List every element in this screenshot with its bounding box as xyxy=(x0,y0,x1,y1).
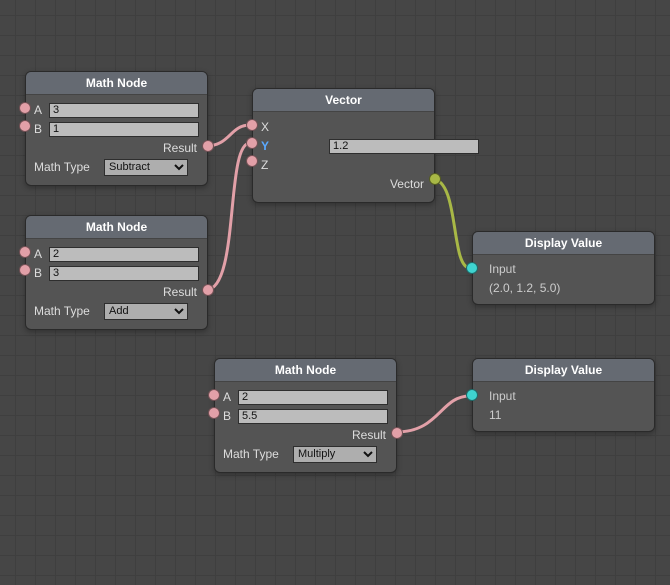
math-type-label: Math Type xyxy=(223,447,293,461)
input-label: Input xyxy=(485,389,516,403)
math-type-label: Math Type xyxy=(34,160,104,174)
label-b: B xyxy=(34,266,49,280)
label-b: B xyxy=(34,122,49,136)
math-node-1[interactable]: Math Node A B Result Math Type AddSubtra… xyxy=(25,71,208,186)
label-a: A xyxy=(34,103,49,117)
node-title[interactable]: Math Node xyxy=(26,72,207,95)
input-label: Input xyxy=(485,262,516,276)
vector-node[interactable]: Vector X Y Z Vector xyxy=(252,88,435,203)
vector-out-label: Vector xyxy=(261,177,426,191)
display-value: (2.0, 1.2, 5.0) xyxy=(485,281,560,295)
input-port-b[interactable] xyxy=(208,407,220,419)
output-port-result[interactable] xyxy=(202,284,214,296)
input-port[interactable] xyxy=(466,262,478,274)
label-z: Z xyxy=(261,158,279,172)
wire[interactable] xyxy=(206,143,250,290)
display-value-node-1[interactable]: Display Value Input (2.0, 1.2, 5.0) xyxy=(472,231,655,305)
input-a[interactable] xyxy=(238,390,388,405)
output-port-result[interactable] xyxy=(202,140,214,152)
input-b[interactable] xyxy=(49,122,199,137)
result-label: Result xyxy=(34,141,199,155)
node-title[interactable]: Vector xyxy=(253,89,434,112)
input-b[interactable] xyxy=(238,409,388,424)
input-port[interactable] xyxy=(466,389,478,401)
input-port-y[interactable] xyxy=(246,137,258,149)
input-a[interactable] xyxy=(49,247,199,262)
input-port-x[interactable] xyxy=(246,119,258,131)
wire[interactable] xyxy=(396,396,470,432)
math-type-select[interactable]: AddSubtractMultiplyDivide xyxy=(104,159,188,176)
node-title[interactable]: Math Node xyxy=(26,216,207,239)
input-port-b[interactable] xyxy=(19,264,31,276)
output-port-result[interactable] xyxy=(391,427,403,439)
result-label: Result xyxy=(34,285,199,299)
result-label: Result xyxy=(223,428,388,442)
display-value-node-2[interactable]: Display Value Input 11 xyxy=(472,358,655,432)
node-graph-canvas[interactable]: Math Node A B Result Math Type AddSubtra… xyxy=(0,0,670,585)
label-b: B xyxy=(223,409,238,423)
label-y: Y xyxy=(261,139,269,153)
output-port-vector[interactable] xyxy=(429,173,441,185)
wire[interactable] xyxy=(432,179,470,268)
node-title[interactable]: Display Value xyxy=(473,359,654,382)
label-a: A xyxy=(34,247,49,261)
math-type-select[interactable]: AddSubtractMultiplyDivide xyxy=(104,303,188,320)
input-port-a[interactable] xyxy=(19,246,31,258)
math-type-select[interactable]: AddSubtractMultiplyDivide xyxy=(293,446,377,463)
math-node-3[interactable]: Math Node A B Result Math Type AddSubtra… xyxy=(214,358,397,473)
node-title[interactable]: Display Value xyxy=(473,232,654,255)
input-port-z[interactable] xyxy=(246,155,258,167)
input-b[interactable] xyxy=(49,266,199,281)
node-title[interactable]: Math Node xyxy=(215,359,396,382)
input-a[interactable] xyxy=(49,103,199,118)
input-y[interactable] xyxy=(329,139,479,154)
input-port-a[interactable] xyxy=(19,102,31,114)
math-node-2[interactable]: Math Node A B Result Math Type AddSubtra… xyxy=(25,215,208,330)
input-port-b[interactable] xyxy=(19,120,31,132)
label-a: A xyxy=(223,390,238,404)
input-port-a[interactable] xyxy=(208,389,220,401)
display-value: 11 xyxy=(485,408,501,422)
math-type-label: Math Type xyxy=(34,304,104,318)
label-x: X xyxy=(261,120,279,134)
